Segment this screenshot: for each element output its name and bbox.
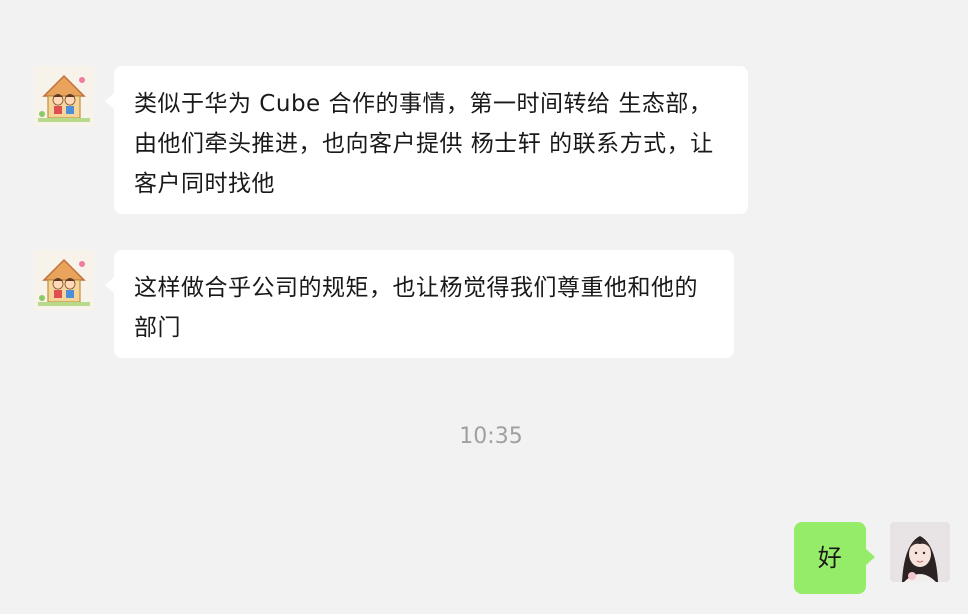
woman-photo-avatar-icon: [890, 522, 950, 582]
message-bubble-incoming[interactable]: 这样做合乎公司的规矩，也让杨觉得我们尊重他和他的部门: [105, 250, 734, 358]
message-timestamp: 10:35: [459, 424, 523, 449]
cartoon-house-avatar-icon: [34, 66, 94, 126]
message-text: 好: [817, 544, 843, 572]
message-text: 这样做合乎公司的规矩，也让杨觉得我们尊重他和他的部门: [134, 275, 698, 341]
cartoon-house-avatar-icon: [34, 250, 94, 310]
message-bubble-incoming[interactable]: 类似于华为 Cube 合作的事情，第一时间转给 生态部，由他们牵头推进，也向客户…: [105, 66, 748, 214]
message-bubble-outgoing[interactable]: 好: [794, 522, 875, 594]
message-text: 类似于华为 Cube 合作的事情，第一时间转给 生态部，由他们牵头推进，也向客户…: [134, 91, 714, 197]
contact-avatar[interactable]: [34, 66, 94, 126]
contact-avatar[interactable]: [34, 250, 94, 310]
my-avatar[interactable]: [890, 522, 950, 582]
